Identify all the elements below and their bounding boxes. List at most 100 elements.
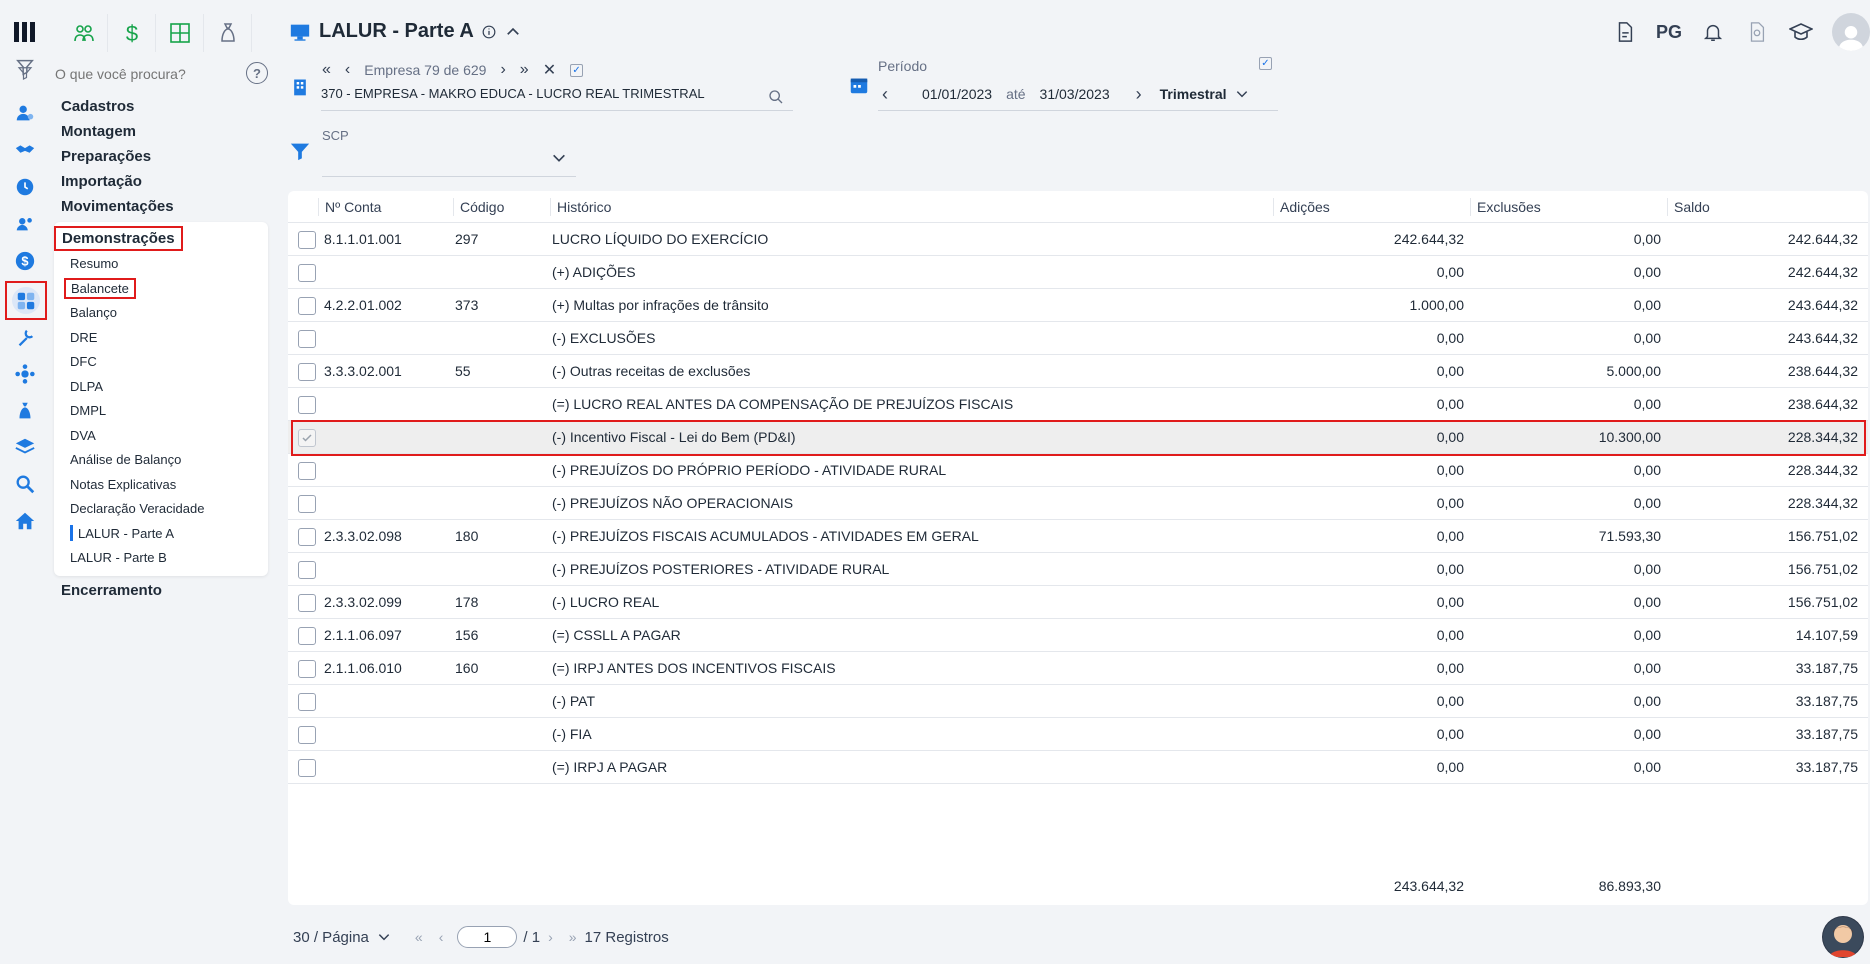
table-row[interactable]: 2.3.3.02.098 180 (-) PREJUÍZOS FISCAIS ACU… bbox=[288, 520, 1868, 553]
chevron-down-icon[interactable] bbox=[1235, 87, 1249, 101]
table-row[interactable]: (-) PREJUÍZOS POSTERIORES - ATIVIDADE RU… bbox=[288, 553, 1868, 586]
help-icon[interactable]: ? bbox=[246, 62, 268, 84]
table-row[interactable]: (-) EXCLUSÕES 0,00 0,00 243.644,32 bbox=[288, 322, 1868, 355]
empresa-search-icon[interactable] bbox=[768, 89, 784, 105]
submenu-lalur-parte-b[interactable]: LALUR - Parte B bbox=[70, 550, 167, 565]
submenu-dva[interactable]: DVA bbox=[70, 428, 96, 443]
submenu-analise-balanco[interactable]: Análise de Balanço bbox=[70, 452, 181, 467]
tax-app-button[interactable] bbox=[204, 14, 252, 52]
row-checkbox[interactable] bbox=[298, 264, 316, 282]
home-icon[interactable] bbox=[12, 508, 38, 534]
row-checkbox[interactable] bbox=[298, 627, 316, 645]
info-icon[interactable] bbox=[482, 25, 496, 39]
table-row[interactable]: (=) IRPJ A PAGAR 0,00 0,00 33.187,75 bbox=[288, 751, 1868, 784]
row-checkbox[interactable] bbox=[298, 759, 316, 777]
table-row[interactable]: 8.1.1.01.001 297 LUCRO LÍQUIDO DO EXERCÍCI… bbox=[288, 223, 1868, 256]
period-start[interactable]: 01/01/2023 bbox=[922, 86, 992, 102]
calculator-nav-item[interactable] bbox=[5, 281, 47, 320]
table-row[interactable]: (-) Incentivo Fiscal - Lei do Bem (PD&I)… bbox=[288, 421, 1868, 454]
table-row[interactable]: 2.3.3.02.099 178 (-) LUCRO REAL 0,00 0,00 156… bbox=[288, 586, 1868, 619]
table-row[interactable]: (-) FIA 0,00 0,00 33.187,75 bbox=[288, 718, 1868, 751]
submenu-balanco[interactable]: Balanço bbox=[70, 305, 117, 320]
row-checkbox[interactable] bbox=[298, 528, 316, 546]
handshake-icon[interactable] bbox=[12, 137, 38, 163]
app-logo[interactable] bbox=[12, 18, 40, 46]
row-checkbox[interactable] bbox=[298, 693, 316, 711]
finance-app-button[interactable]: $ bbox=[108, 14, 156, 52]
table-row[interactable]: 4.2.2.01.002 373 (+) Multas por infrações … bbox=[288, 289, 1868, 322]
layers-icon[interactable] bbox=[12, 434, 38, 460]
submenu-lalur-parte-a[interactable]: LALUR - Parte A bbox=[78, 526, 174, 541]
submenu-dlpa[interactable]: DLPA bbox=[70, 379, 103, 394]
dollar-icon[interactable]: $ bbox=[12, 248, 38, 274]
col-saldo[interactable]: Saldo bbox=[1667, 198, 1710, 216]
submenu-notas-explicativas[interactable]: Notas Explicativas bbox=[70, 477, 176, 492]
per-page-select[interactable]: 30 / Página bbox=[293, 929, 369, 946]
network-icon[interactable] bbox=[12, 361, 38, 387]
row-checkbox[interactable] bbox=[298, 429, 316, 447]
prev-page-button[interactable]: ‹ bbox=[439, 929, 444, 945]
first-empresa-button[interactable]: « bbox=[322, 61, 331, 79]
row-checkbox[interactable] bbox=[298, 297, 316, 315]
table-row[interactable]: 3.3.3.02.001 55 (-) Outras receitas de exc… bbox=[288, 355, 1868, 388]
row-checkbox[interactable] bbox=[298, 462, 316, 480]
col-adicoes[interactable]: Adições bbox=[1273, 198, 1330, 216]
user-avatar[interactable] bbox=[1832, 13, 1870, 51]
period-end[interactable]: 31/03/2023 bbox=[1040, 86, 1110, 102]
money-bag-icon[interactable] bbox=[12, 398, 38, 424]
submenu-resumo[interactable]: Resumo bbox=[70, 256, 118, 271]
users-icon[interactable] bbox=[12, 211, 38, 237]
submenu-dfc[interactable]: DFC bbox=[70, 354, 97, 369]
page-number-input[interactable] bbox=[457, 926, 518, 948]
next-empresa-button[interactable]: › bbox=[500, 61, 505, 79]
submenu-dre[interactable]: DRE bbox=[70, 330, 97, 345]
menu-filter-icon[interactable] bbox=[16, 64, 34, 82]
menu-cadastros[interactable]: Cadastros bbox=[61, 98, 134, 115]
empresa-name[interactable]: 370 - EMPRESA - MAKRO EDUCA - LUCRO REAL… bbox=[321, 86, 705, 101]
first-page-button[interactable]: « bbox=[415, 929, 423, 945]
submenu-dmpl[interactable]: DMPL bbox=[70, 403, 106, 418]
table-row[interactable]: (=) LUCRO REAL ANTES DA COMPENSAÇÃO DE P… bbox=[288, 388, 1868, 421]
last-page-button[interactable]: » bbox=[569, 929, 577, 945]
prev-period-button[interactable]: ‹ bbox=[882, 84, 888, 105]
per-page-chevron-icon[interactable] bbox=[377, 930, 391, 944]
menu-montagem[interactable]: Montagem bbox=[61, 123, 136, 140]
graduation-cap-icon[interactable] bbox=[1788, 19, 1814, 45]
row-checkbox[interactable] bbox=[298, 231, 316, 249]
row-checkbox[interactable] bbox=[298, 495, 316, 513]
empresa-checkbox[interactable]: ✓ bbox=[570, 63, 584, 77]
assistant-avatar[interactable] bbox=[1822, 916, 1864, 958]
next-period-button[interactable]: › bbox=[1136, 84, 1142, 105]
menu-preparacoes[interactable]: Preparações bbox=[61, 148, 151, 165]
submenu-balancete[interactable]: Balancete bbox=[64, 278, 136, 299]
clock-icon[interactable] bbox=[12, 174, 38, 200]
bell-icon[interactable] bbox=[1700, 19, 1726, 45]
menu-movimentacoes[interactable]: Movimentações bbox=[61, 198, 174, 215]
prev-empresa-button[interactable]: ‹ bbox=[345, 61, 350, 79]
document-icon[interactable] bbox=[1612, 19, 1638, 45]
menu-importacao[interactable]: Importação bbox=[61, 173, 142, 190]
search-document-icon[interactable] bbox=[1744, 19, 1770, 45]
row-checkbox[interactable] bbox=[298, 660, 316, 678]
people-app-button[interactable] bbox=[60, 14, 108, 52]
row-checkbox[interactable] bbox=[298, 726, 316, 744]
col-exclusoes[interactable]: Exclusões bbox=[1470, 198, 1541, 216]
periodo-checkbox[interactable]: ✓ bbox=[1259, 57, 1272, 70]
table-row[interactable]: (+) ADIÇÕES 0,00 0,00 242.644,32 bbox=[288, 256, 1868, 289]
last-empresa-button[interactable]: » bbox=[520, 61, 529, 79]
table-row[interactable]: (-) PAT 0,00 0,00 33.187,75 bbox=[288, 685, 1868, 718]
col-codigo[interactable]: Código bbox=[453, 198, 504, 216]
user-initials[interactable]: PG bbox=[1656, 22, 1682, 43]
menu-encerramento[interactable]: Encerramento bbox=[61, 582, 162, 599]
menu-search-input[interactable] bbox=[55, 63, 255, 85]
row-checkbox[interactable] bbox=[298, 330, 316, 348]
clear-empresa-button[interactable]: ✕ bbox=[543, 60, 556, 80]
submenu-declaracao-veracidade[interactable]: Declaração Veracidade bbox=[70, 501, 204, 516]
period-type[interactable]: Trimestral bbox=[1160, 86, 1227, 102]
row-checkbox[interactable] bbox=[298, 561, 316, 579]
table-row[interactable]: 2.1.1.06.010 160 (=) IRPJ ANTES DOS INCENT… bbox=[288, 652, 1868, 685]
table-row[interactable]: (-) PREJUÍZOS DO PRÓPRIO PERÍODO - ATIVI… bbox=[288, 454, 1868, 487]
chevron-up-icon[interactable] bbox=[504, 23, 522, 41]
next-page-button[interactable]: › bbox=[548, 929, 553, 945]
col-conta[interactable]: Nº Conta bbox=[318, 198, 381, 216]
